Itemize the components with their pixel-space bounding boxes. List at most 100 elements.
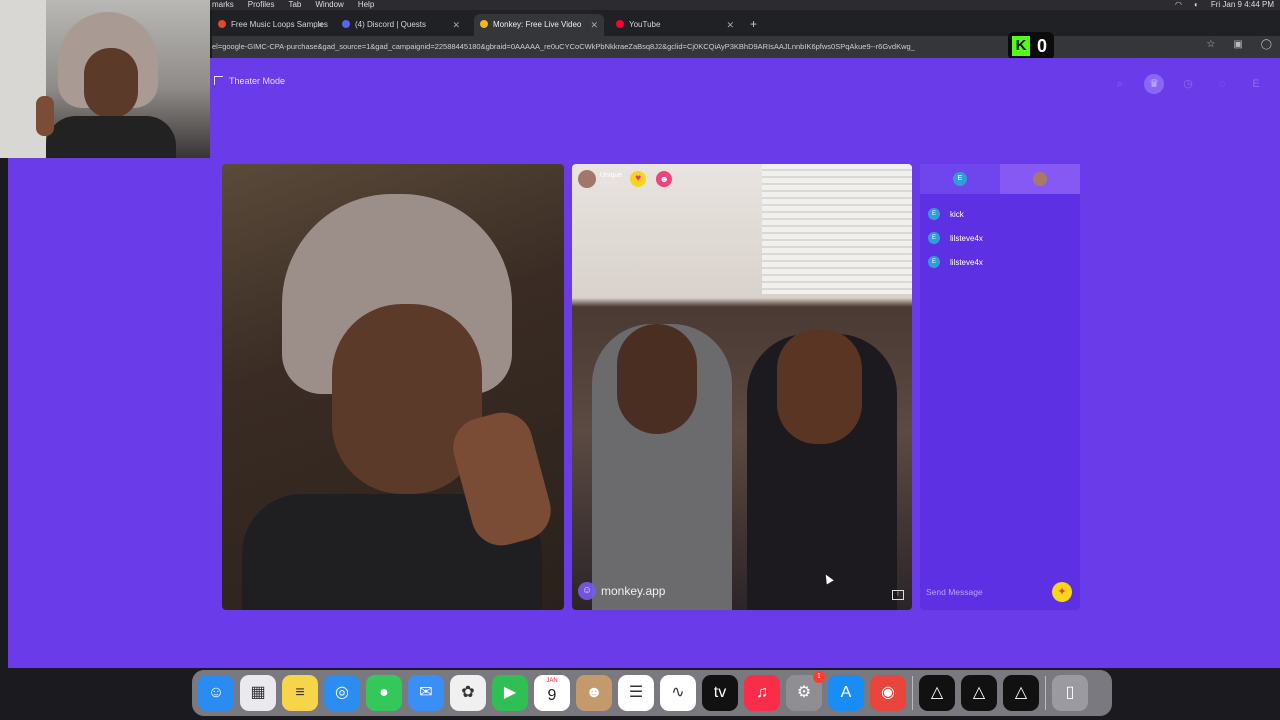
monkey-logo-icon: ☺ [578, 582, 596, 600]
self-video-feed [222, 164, 564, 610]
chat-bubble-icon[interactable]: ◌ [1212, 74, 1232, 94]
tab-monkey[interactable]: Monkey: Free Live Video ✕ [474, 14, 604, 36]
top-nav-icons: ⌕ ♛ ◷ ◌ E [1110, 74, 1266, 94]
tab-music-loops[interactable]: Free Music Loops Samples S ✕ [212, 14, 330, 36]
profile-avatar-icon[interactable]: E [1246, 74, 1266, 94]
dock-mail-icon[interactable]: ✉ [408, 675, 444, 711]
report-icon[interactable]: ! [892, 590, 904, 600]
crown-icon[interactable]: ♛ [1144, 74, 1164, 94]
heart-icon[interactable]: ♥ [630, 171, 647, 187]
message-text: lilsteve4x [950, 233, 983, 243]
menu-bookmarks[interactable]: marks [212, 0, 234, 9]
tab-favicon-icon [480, 20, 488, 28]
tab-self-chat[interactable]: E [920, 164, 1000, 194]
dock-music-icon[interactable]: ♫ [744, 675, 780, 711]
dock-trash-icon[interactable]: ▯ [1052, 675, 1088, 711]
close-tab-icon[interactable]: ✕ [452, 14, 460, 36]
calendar-day: 9 [547, 687, 557, 704]
watermark-text: monkey.app [601, 584, 666, 598]
dock-apple-tv-icon[interactable]: tv [702, 675, 738, 711]
dock-app-store-icon[interactable]: A [828, 675, 864, 711]
message-text: kick [950, 209, 964, 219]
dock-facetime-icon[interactable]: ▶ [492, 675, 528, 711]
chat-message: E lilsteve4x [928, 250, 983, 274]
kick-logo-icon: K [1012, 36, 1030, 56]
streamer-webcam-overlay [0, 0, 210, 158]
theater-mode-label: Theater Mode [229, 76, 286, 86]
peer-avatar [578, 170, 596, 188]
chat-message: E kick [928, 202, 983, 226]
close-tab-icon[interactable]: ✕ [316, 14, 324, 36]
dock-app-b-icon[interactable]: △ [961, 675, 997, 711]
send-message-input[interactable] [926, 584, 1046, 600]
dock-notes-icon[interactable]: ≡ [282, 675, 318, 711]
tab-favicon-icon [218, 20, 226, 28]
tab-favicon-icon [342, 20, 350, 28]
chat-tabs: E [920, 164, 1080, 194]
tab-title: Monkey: Free Live Video [493, 20, 582, 29]
dock-safari-icon[interactable]: ◎ [324, 675, 360, 711]
notification-badge: 1 [813, 671, 825, 683]
self-avatar: E [953, 172, 967, 186]
clock[interactable]: Fri Jan 9 4:44 PM [1211, 0, 1274, 9]
control-center-icon[interactable]: ◐ [1194, 0, 1199, 9]
close-tab-icon[interactable]: ✕ [590, 14, 598, 36]
dock-system-settings-icon[interactable]: ⚙ 1 [786, 671, 825, 711]
peer-location: Florida [600, 179, 617, 186]
dock-calendar-icon[interactable]: JAN 9 [534, 675, 570, 711]
message-avatar: E [928, 232, 940, 244]
address-bar: el=google-GIMC-CPA-purchase&gad_source=1… [212, 36, 1280, 58]
tab-youtube[interactable]: YouTube ✕ [610, 14, 740, 36]
dock-finder-icon[interactable]: ☺ [198, 675, 234, 711]
browser-tab-strip: Free Music Loops Samples S ✕ (4) Discord … [212, 10, 1280, 36]
message-avatar: E [928, 208, 940, 220]
dock-app-c-icon[interactable]: △ [1003, 675, 1039, 711]
menu-help[interactable]: Help [358, 0, 374, 9]
tab-peer-chat[interactable] [1000, 164, 1080, 194]
message-avatar: E [928, 256, 940, 268]
tab-title: (4) Discord | Quests [355, 20, 426, 29]
gift-icon[interactable]: ✦ [1052, 582, 1072, 602]
side-panel-icon[interactable]: ▣ [1233, 39, 1242, 50]
new-tab-button[interactable]: + [750, 14, 757, 34]
tab-discord[interactable]: (4) Discord | Quests ✕ [336, 14, 466, 36]
dock-area: ☺ ▦ ≡ ◎ ● ✉ ✿ ▶ JAN 9 ☻ ☰ ∿ tv ♫ ⚙ 1 A ◉ △ △ △ ▯ [0, 668, 1280, 720]
tab-favicon-icon [616, 20, 624, 28]
dock-reminders-icon[interactable]: ☰ [618, 675, 654, 711]
close-tab-icon[interactable]: ✕ [726, 14, 734, 36]
monkey-watermark: ☺ monkey.app [578, 582, 665, 600]
dock-chrome-icon[interactable]: ◉ [870, 675, 906, 711]
dock-contacts-icon[interactable]: ☻ [576, 675, 612, 711]
bookmark-star-icon[interactable]: ☆ [1206, 39, 1215, 50]
theater-mode-button[interactable]: Theater Mode [214, 76, 285, 86]
chat-panel: E E kick E lilsteve4x E lilsteve4x ✦ [920, 164, 1080, 610]
mask-icon[interactable]: ☻ [656, 171, 673, 187]
dock-photos-icon[interactable]: ✿ [450, 675, 486, 711]
dock-app-a-icon[interactable]: △ [919, 675, 955, 711]
peer-avatar [1033, 172, 1047, 186]
dock-separator [1045, 676, 1046, 710]
menu-tab[interactable]: Tab [288, 0, 301, 9]
dock-launchpad-icon[interactable]: ▦ [240, 675, 276, 711]
peer-user-info[interactable]: Unique Florida ♥ ☻ [578, 170, 673, 188]
send-message-bar: ✦ [920, 574, 1080, 610]
tab-title: YouTube [629, 20, 661, 29]
history-icon[interactable]: ◷ [1178, 74, 1198, 94]
wifi-icon[interactable]: ◠ [1175, 0, 1182, 9]
peer-video-feed: Unique Florida ♥ ☻ ☺ monkey.app ! [572, 164, 912, 610]
menu-window[interactable]: Window [315, 0, 343, 9]
dock-messages-icon[interactable]: ● [366, 675, 402, 711]
kick-overlay: K 0 [1008, 32, 1054, 60]
peer-name: Unique [600, 171, 623, 179]
profile-icon[interactable]: ◯ [1261, 39, 1272, 50]
dock: ☺ ▦ ≡ ◎ ● ✉ ✿ ▶ JAN 9 ☻ ☰ ∿ tv ♫ ⚙ 1 A ◉ △ △ △ ▯ [192, 670, 1112, 716]
menu-profiles[interactable]: Profiles [248, 0, 275, 9]
dock-separator [912, 676, 913, 710]
chat-messages: E kick E lilsteve4x E lilsteve4x [928, 202, 983, 274]
chat-message: E lilsteve4x [928, 226, 983, 250]
dock-freeform-icon[interactable]: ∿ [660, 675, 696, 711]
calendar-month: JAN [546, 678, 558, 684]
tab-title: Free Music Loops Samples S [231, 20, 330, 29]
kick-viewer-count: 0 [1037, 36, 1048, 56]
search-icon[interactable]: ⌕ [1110, 74, 1130, 94]
